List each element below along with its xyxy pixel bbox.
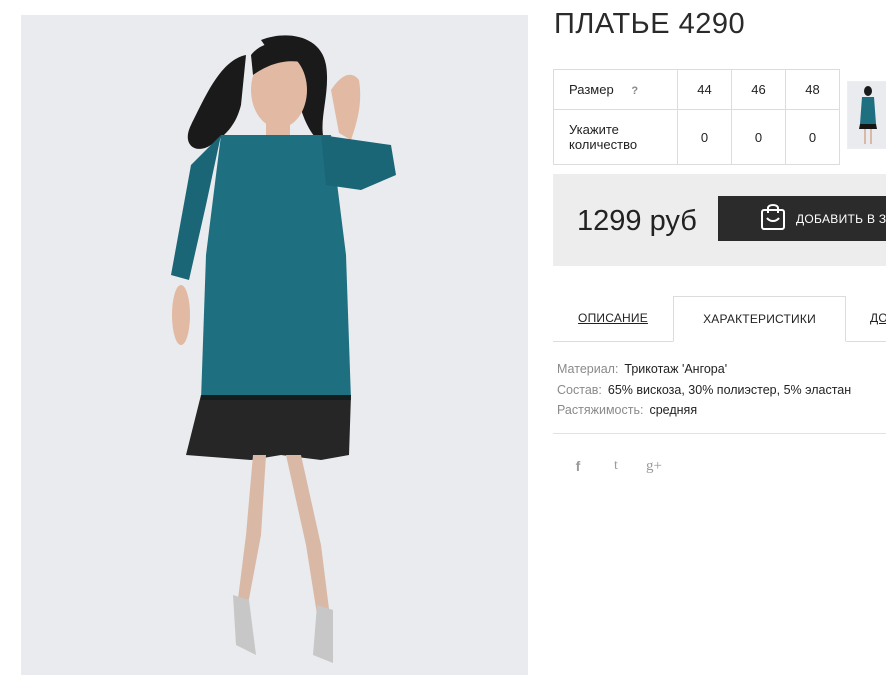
googleplus-icon[interactable]: g+: [645, 458, 663, 475]
quantity-input-44[interactable]: 0: [677, 109, 732, 165]
characteristics-list: Материал: Трикотаж 'Ангора' Состав: 65% ви…: [557, 359, 851, 421]
char-key: Растяжимость:: [557, 403, 644, 417]
size-label: Размер: [569, 82, 614, 97]
char-key: Материал:: [557, 362, 619, 376]
quantity-input-46[interactable]: 0: [731, 109, 786, 165]
price: 1299 руб: [577, 205, 697, 237]
tabs-bar: ОПИСАНИЕ ХАРАКТЕРИСТИКИ ДО: [553, 296, 886, 342]
quantity-label-line2: количество: [569, 137, 638, 152]
product-title: ПЛАТЬЕ 4290: [554, 8, 746, 40]
size-44: 44: [677, 69, 732, 110]
product-thumbnail[interactable]: [847, 81, 886, 149]
shopping-bag-icon: [760, 201, 786, 236]
size-table: Размер ? 44 46 48 Укажите количество 0 0…: [553, 69, 840, 165]
char-value: Трикотаж 'Ангора': [624, 362, 728, 376]
facebook-icon[interactable]: f: [569, 458, 587, 475]
size-46: 46: [731, 69, 786, 110]
price-box: 1299 руб ДОБАВИТЬ В З: [553, 174, 886, 266]
char-value: 65% вискоза, 30% полиэстер, 5% эластан: [607, 382, 852, 397]
add-to-cart-button[interactable]: ДОБАВИТЬ В З: [718, 196, 886, 241]
char-row: Состав: 65% вискоза, 30% полиэстер, 5% эл…: [557, 380, 851, 401]
social-share: f t g+: [569, 458, 663, 475]
quantity-input-48[interactable]: 0: [785, 109, 840, 165]
char-key: Состав:: [557, 382, 602, 397]
twitter-icon[interactable]: t: [607, 458, 625, 475]
char-value: средняя: [649, 403, 698, 417]
char-row: Материал: Трикотаж 'Ангора': [557, 359, 851, 380]
size-48: 48: [785, 69, 840, 110]
tab-description[interactable]: ОПИСАНИЕ: [553, 296, 673, 340]
help-icon[interactable]: ?: [631, 85, 638, 97]
divider: [553, 433, 886, 434]
add-to-cart-label: ДОБАВИТЬ В З: [796, 211, 886, 226]
product-photo[interactable]: [21, 15, 528, 675]
char-row: Растяжимость: средняя: [557, 400, 851, 421]
tab-characteristics[interactable]: ХАРАКТЕРИСТИКИ: [673, 296, 846, 342]
tab-third[interactable]: ДО: [845, 296, 886, 340]
quantity-label-line1: Укажите: [569, 122, 619, 137]
